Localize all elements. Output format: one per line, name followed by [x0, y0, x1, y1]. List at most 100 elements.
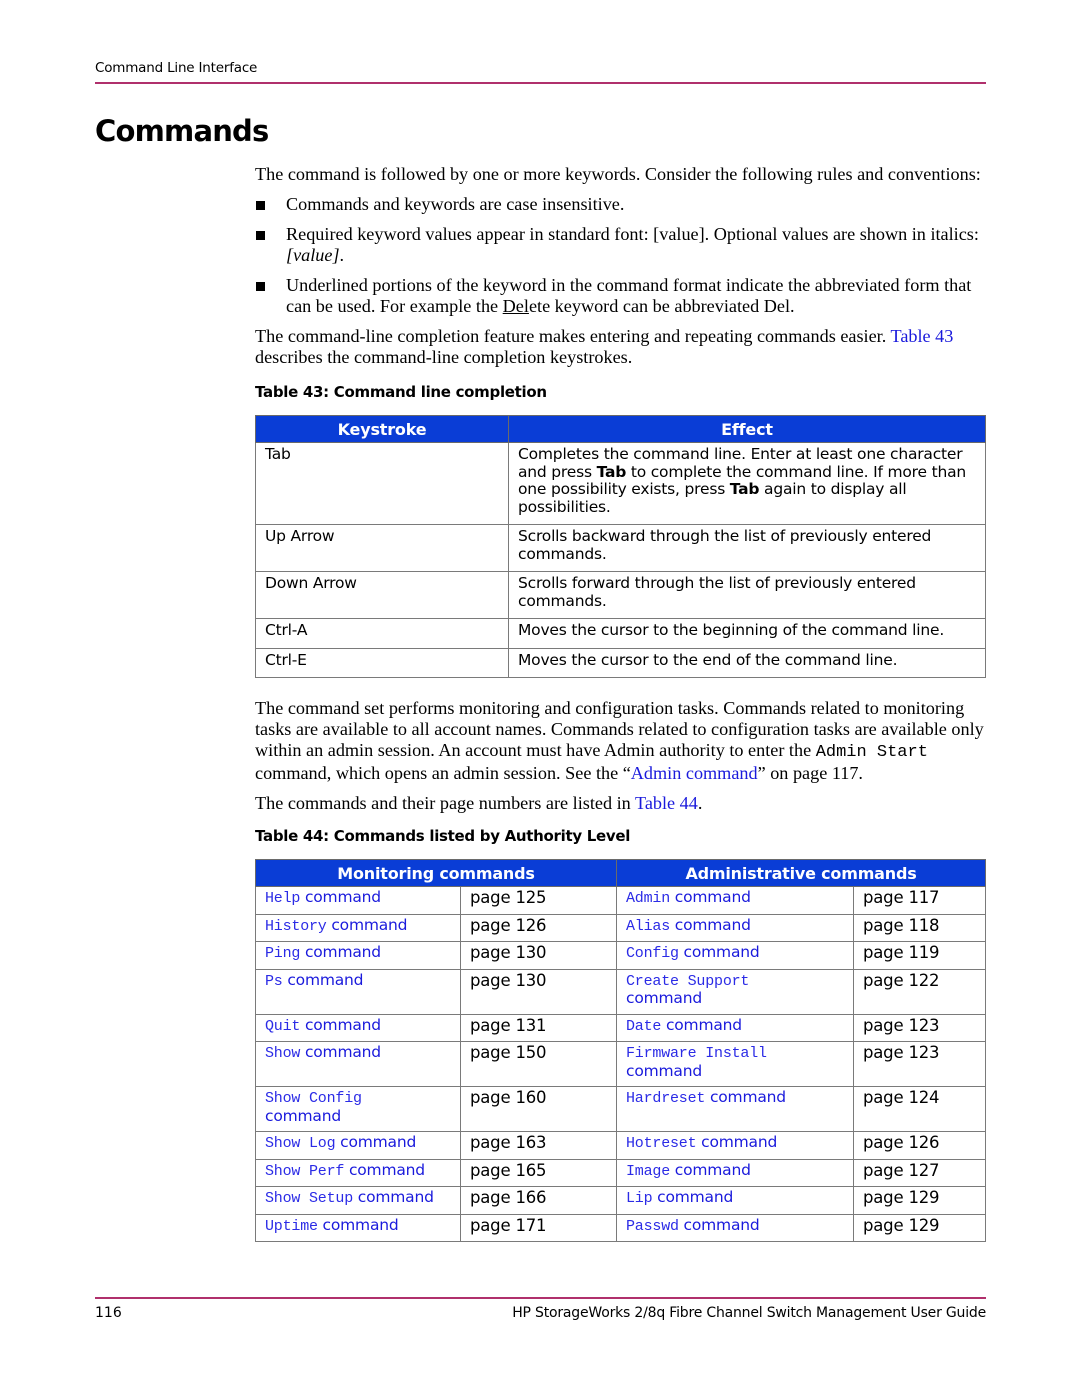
- bullet-item: Commands and keywords are case insensiti…: [255, 194, 990, 215]
- command-link-text[interactable]: command: [666, 1016, 742, 1034]
- command-name[interactable]: Create Support: [626, 973, 749, 990]
- command-name[interactable]: Hardreset: [626, 1090, 705, 1107]
- command-link-text[interactable]: command: [701, 1133, 777, 1151]
- administrative-command-cell[interactable]: Image command: [616, 1158, 854, 1187]
- administrative-command-cell[interactable]: Alias command: [616, 913, 854, 942]
- monitoring-page-cell: page 126: [460, 913, 617, 942]
- command-name[interactable]: Uptime: [265, 1218, 318, 1235]
- command-link-text[interactable]: command: [305, 1016, 381, 1034]
- administrative-command-cell[interactable]: Lip command: [616, 1186, 854, 1215]
- command-name[interactable]: Alias: [626, 918, 670, 935]
- command-name[interactable]: Admin: [626, 890, 670, 907]
- table-row: Show Log command page 163 Hotreset command…: [255, 1131, 986, 1160]
- command-link-text[interactable]: command: [331, 916, 407, 934]
- administrative-page-cell: page 126: [853, 1131, 986, 1160]
- command-name[interactable]: History: [265, 918, 327, 935]
- monitoring-command-cell[interactable]: Show Perf command: [255, 1158, 461, 1187]
- effect-cell: Scrolls forward through the list of prev…: [508, 571, 986, 619]
- monitoring-command-cell[interactable]: Uptime command: [255, 1213, 461, 1242]
- command-link-text[interactable]: command: [657, 1188, 733, 1206]
- table-row: Ping command page 130 Config command page 1…: [255, 941, 986, 970]
- table-row: Tab Completes the command line. Enter at…: [255, 442, 986, 525]
- command-link-text[interactable]: command: [626, 1062, 702, 1080]
- administrative-page-cell: page 117: [853, 886, 986, 915]
- administrative-command-cell[interactable]: Admin command: [616, 886, 854, 915]
- command-name[interactable]: Show Perf: [265, 1163, 344, 1180]
- keystroke-cell: Tab: [255, 442, 509, 525]
- command-link-text[interactable]: command: [358, 1188, 434, 1206]
- command-link-text[interactable]: command: [265, 1107, 341, 1125]
- keystroke-cell: Down Arrow: [255, 571, 509, 619]
- administrative-command-cell[interactable]: Date command: [616, 1013, 854, 1042]
- monitoring-command-cell[interactable]: Show Setup command: [255, 1186, 461, 1215]
- command-name[interactable]: Image: [626, 1163, 670, 1180]
- command-link-text[interactable]: command: [305, 888, 381, 906]
- command-name[interactable]: Quit: [265, 1018, 300, 1035]
- command-name[interactable]: Firmware Install: [626, 1045, 767, 1062]
- command-name[interactable]: Show Setup: [265, 1190, 353, 1207]
- paragraph-text: The commands and their page numbers are …: [255, 793, 635, 813]
- administrative-command-cell[interactable]: Create Support command: [616, 968, 854, 1015]
- command-link-text[interactable]: command: [675, 1161, 751, 1179]
- table-row: Ctrl-A Moves the cursor to the beginning…: [255, 618, 986, 649]
- command-link-text[interactable]: command: [340, 1133, 416, 1151]
- column-header-administrative: Administrative commands: [616, 859, 986, 887]
- monitoring-command-cell[interactable]: Quit command: [255, 1013, 461, 1042]
- command-name[interactable]: Ps: [265, 973, 283, 990]
- command-name[interactable]: Show Config: [265, 1090, 362, 1107]
- completion-paragraph: The command-line completion feature make…: [255, 326, 990, 368]
- monitoring-command-cell[interactable]: History command: [255, 913, 461, 942]
- monitoring-page-cell: page 160: [460, 1086, 617, 1132]
- square-bullet-icon: [255, 275, 286, 317]
- command-name[interactable]: Lip: [626, 1190, 653, 1207]
- table-44-link[interactable]: Table 44: [635, 793, 698, 813]
- command-link-text[interactable]: command: [626, 989, 702, 1007]
- command-name[interactable]: Show: [265, 1045, 300, 1062]
- command-name[interactable]: Date: [626, 1018, 661, 1035]
- administrative-command-cell[interactable]: Config command: [616, 941, 854, 970]
- administrative-command-cell[interactable]: Passwd command: [616, 1213, 854, 1242]
- command-link-text[interactable]: command: [675, 916, 751, 934]
- admin-command-link[interactable]: Admin command: [631, 763, 758, 783]
- administrative-page-cell: page 123: [853, 1013, 986, 1042]
- command-link-text[interactable]: command: [684, 943, 760, 961]
- command-link-text[interactable]: command: [349, 1161, 425, 1179]
- table-header-row: Monitoring commands Administrative comma…: [255, 859, 986, 887]
- monitoring-command-cell[interactable]: Ps command: [255, 968, 461, 1015]
- key-name: Tab: [596, 462, 627, 481]
- monitoring-command-cell[interactable]: Show command: [255, 1041, 461, 1087]
- command-link-text[interactable]: command: [684, 1216, 760, 1234]
- bullet-text: Required keyword values appear in standa…: [286, 224, 990, 266]
- footer-rule: [95, 1297, 986, 1299]
- administrative-command-cell[interactable]: Hotreset command: [616, 1131, 854, 1160]
- command-name[interactable]: Show Log: [265, 1135, 336, 1152]
- command-link-text[interactable]: command: [287, 971, 363, 989]
- command-link-text[interactable]: command: [305, 943, 381, 961]
- command-name[interactable]: Help: [265, 890, 300, 907]
- administrative-page-cell: page 124: [853, 1086, 986, 1132]
- command-link-text[interactable]: command: [675, 888, 751, 906]
- administrative-command-cell[interactable]: Firmware Install command: [616, 1041, 854, 1087]
- monitoring-command-cell[interactable]: Show Config command: [255, 1086, 461, 1132]
- command-name[interactable]: Config: [626, 945, 679, 962]
- keystroke-cell: Ctrl-A: [255, 618, 509, 649]
- table-43-link[interactable]: Table 43: [891, 326, 954, 346]
- monitoring-command-cell[interactable]: Help command: [255, 886, 461, 915]
- monitoring-page-cell: page 150: [460, 1041, 617, 1087]
- command-link-text[interactable]: command: [305, 1043, 381, 1061]
- command-name[interactable]: Passwd: [626, 1218, 679, 1235]
- command-name[interactable]: Hotreset: [626, 1135, 697, 1152]
- effect-cell: Moves the cursor to the end of the comma…: [508, 647, 986, 678]
- command-link-text[interactable]: command: [710, 1088, 786, 1106]
- table-row: Up Arrow Scrolls backward through the li…: [255, 524, 986, 572]
- monitoring-command-cell[interactable]: Show Log command: [255, 1131, 461, 1160]
- monitoring-command-cell[interactable]: Ping command: [255, 941, 461, 970]
- bullet-text-part: ete keyword can be abbreviated Del.: [528, 296, 795, 316]
- main-content: The command is followed by one or more k…: [255, 164, 990, 1242]
- table-row: Show Config command page 160 Hardreset comm…: [255, 1086, 986, 1132]
- monitoring-page-cell: page 130: [460, 968, 617, 1015]
- table-header-row: Keystroke Effect: [255, 415, 986, 443]
- administrative-command-cell[interactable]: Hardreset command: [616, 1086, 854, 1132]
- command-name[interactable]: Ping: [265, 945, 300, 962]
- command-link-text[interactable]: command: [323, 1216, 399, 1234]
